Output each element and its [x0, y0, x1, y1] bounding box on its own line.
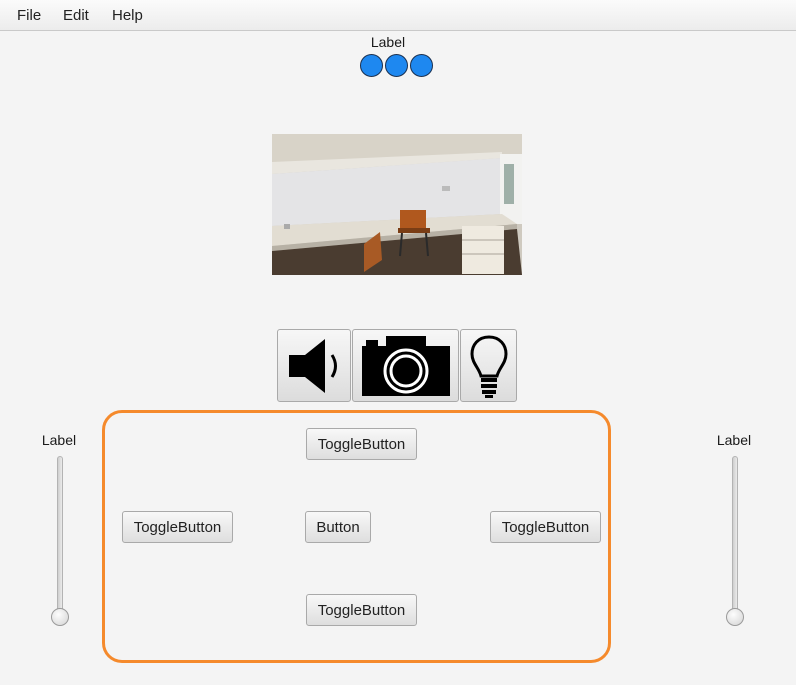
camera-icon — [361, 335, 450, 396]
toggle-button-bottom[interactable]: ToggleButton — [306, 594, 417, 626]
indicator-circle-3 — [410, 54, 433, 77]
lightbulb-button[interactable] — [460, 329, 517, 402]
menu-edit[interactable]: Edit — [63, 7, 89, 24]
center-button[interactable]: Button — [305, 511, 371, 543]
left-slider-thumb[interactable] — [51, 608, 69, 626]
toggle-button-top[interactable]: ToggleButton — [306, 428, 417, 460]
toggle-button-right[interactable]: ToggleButton — [490, 511, 601, 543]
lightbulb-icon — [469, 334, 508, 398]
camera-button[interactable] — [352, 329, 459, 402]
toggle-button-left[interactable]: ToggleButton — [122, 511, 233, 543]
menu-bar: File Edit Help — [0, 0, 796, 31]
indicator-circle-1 — [360, 54, 383, 77]
room-photo — [272, 134, 522, 275]
right-slider-label: Label — [716, 432, 752, 448]
left-slider-track[interactable] — [57, 456, 63, 621]
right-slider-track[interactable] — [732, 456, 738, 621]
top-label: Label — [370, 34, 406, 50]
right-slider-thumb[interactable] — [726, 608, 744, 626]
speaker-icon — [289, 338, 337, 393]
left-slider-label: Label — [41, 432, 77, 448]
menu-file[interactable]: File — [17, 7, 41, 24]
indicator-circle-2 — [385, 54, 408, 77]
speaker-button[interactable] — [277, 329, 351, 402]
photo-image — [272, 134, 522, 275]
menu-help[interactable]: Help — [112, 7, 143, 24]
